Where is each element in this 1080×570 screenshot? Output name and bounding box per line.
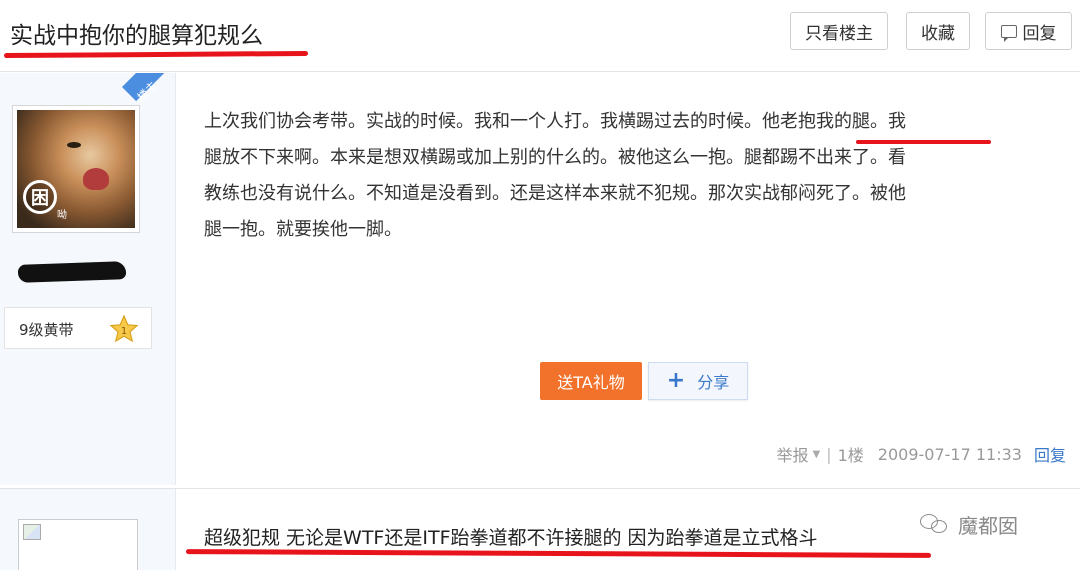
level-label: 9级黄带 bbox=[19, 321, 74, 339]
share-button[interactable]: + 分享 bbox=[648, 362, 748, 400]
thread-title: 实战中抱你的腿算犯规么 bbox=[10, 23, 263, 49]
post-body: 上次我们协会考带。实战的时候。我和一个人打。我横踢过去的时候。他老抱我的腿。我 … bbox=[204, 104, 1054, 248]
reply-button-label: 回复 bbox=[1022, 23, 1057, 44]
meta-separator: | bbox=[826, 444, 832, 464]
floor-number: 1楼 bbox=[837, 446, 864, 465]
watermark-text: 魔都囡 bbox=[958, 514, 1018, 538]
only-op-button[interactable]: 只看楼主 bbox=[790, 12, 888, 50]
title-annotation-underline bbox=[3, 50, 309, 59]
report-link[interactable]: 举报 bbox=[777, 442, 809, 466]
post-line: 教练也没有说什么。不知道是没看到。还是这样本来就不犯规。那次实战郁闷死了。被他 bbox=[204, 183, 906, 204]
share-plus-icon: + bbox=[666, 368, 686, 393]
reply-text: 超级犯规 无论是WTF还是ITF跆拳道都不许接腿的 因为跆拳道是立式格斗 bbox=[204, 527, 818, 549]
post-line: 腿一抱。就要挨他一脚。 bbox=[204, 219, 402, 240]
text-annotation-underline bbox=[856, 140, 991, 144]
favorite-button[interactable]: 收藏 bbox=[906, 12, 970, 50]
share-button-label: 分享 bbox=[697, 373, 730, 392]
thread-header: 实战中抱你的腿算犯规么 只看楼主 收藏 回复 bbox=[0, 0, 1080, 72]
avatar[interactable]: 困 呦 bbox=[12, 105, 140, 233]
reply-annotation-underline bbox=[185, 549, 932, 558]
level-star-icon: 1 bbox=[109, 314, 139, 343]
chevron-down-icon[interactable]: ▼ bbox=[813, 449, 821, 460]
post-datetime: 2009-07-17 11:33 bbox=[877, 444, 1022, 464]
reply-link[interactable]: 回复 bbox=[1034, 442, 1066, 466]
level-number: 1 bbox=[121, 326, 127, 337]
reply-icon bbox=[1000, 24, 1017, 42]
avatar-image: 困 呦 bbox=[17, 110, 135, 228]
avatar-tag: 呦 bbox=[57, 210, 67, 221]
avatar[interactable] bbox=[18, 519, 138, 570]
user-level-badge[interactable]: 9级黄带 1 bbox=[4, 307, 152, 349]
send-gift-button[interactable]: 送TA礼物 bbox=[540, 362, 642, 400]
avatar-mark: 困 bbox=[23, 180, 57, 214]
post-line: 腿放不下来啊。本来是想双横踢或加上别的什么的。被他这么一抱。腿都踢不出来了。看 bbox=[204, 147, 906, 168]
post-author-column: 楼主 困 呦 9级黄带 1 bbox=[0, 73, 176, 485]
reply-post: 超级犯规 无论是WTF还是ITF跆拳道都不许接腿的 因为跆拳道是立式格斗 bbox=[0, 488, 1080, 570]
reply-button[interactable]: 回复 bbox=[985, 12, 1072, 50]
wechat-icon bbox=[920, 513, 950, 536]
post-line: 上次我们协会考带。实战的时候。我和一个人打。我横踢过去的时候。他老抱我的腿。我 bbox=[204, 111, 906, 132]
reply-author-column bbox=[0, 489, 176, 570]
watermark: 魔都囡 bbox=[920, 510, 1018, 539]
broken-image-icon bbox=[23, 524, 41, 540]
post-meta: 举报 ▼ | 1楼 2009-07-17 11:33 回复 bbox=[777, 442, 1067, 466]
redacted-username bbox=[17, 261, 127, 283]
